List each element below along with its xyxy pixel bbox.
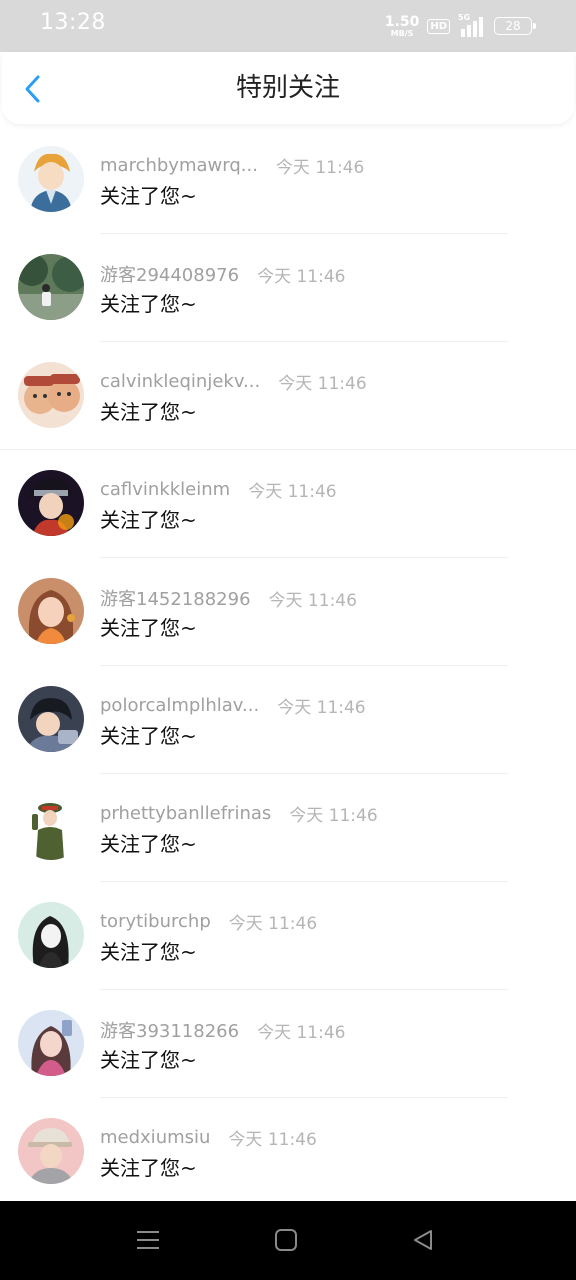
network-speed: 1.50 MB/S [385,15,420,38]
menu-icon [137,1231,159,1249]
signal-tag: 5G [458,13,471,22]
message-text: 关注了您~ [100,832,197,856]
user-name[interactable]: torytiburchp [100,911,211,932]
message-text: 关注了您~ [100,724,197,748]
list-item[interactable]: 游客294408976 今天 11:46 关注了您~ [0,234,576,342]
message-text: 关注了您~ [100,292,197,316]
user-name[interactable]: calvinkleqinjekv... [100,371,260,392]
timestamp: 今天 11:46 [248,482,337,502]
selfie-girl-avatar-icon [18,1010,84,1076]
list-item[interactable]: caflvinkkleinm 今天 11:46 关注了您~ [0,450,576,558]
message-text: 关注了您~ [100,1048,197,1072]
list-item[interactable]: 游客1452188296 今天 11:46 关注了您~ [0,558,576,666]
list-item[interactable]: marchbymawrq... 今天 11:46 关注了您~ [0,126,576,234]
avatar[interactable] [18,1010,84,1076]
item-meta: 游客393118266 今天 11:46 [100,1017,345,1043]
message-text: 关注了您~ [100,184,197,208]
network-speed-unit: MB/S [390,28,414,38]
item-meta: calvinkleqinjekv... 今天 11:46 [100,369,367,394]
message-text: 关注了您~ [100,616,197,640]
list-item[interactable]: 游客393118266 今天 11:46 关注了您~ [0,990,576,1098]
anime-boy-avatar-icon [18,146,84,212]
message-text: 关注了您~ [100,940,197,964]
avatar[interactable] [18,1118,84,1184]
timestamp: 今天 11:46 [268,590,357,611]
cartoon-faces-avatar-icon [18,362,84,428]
avatar[interactable] [18,902,84,968]
signal-icon: 5G [458,13,486,37]
avatar[interactable] [18,578,84,644]
sketch-girl-avatar-icon [18,902,84,968]
status-bar: 13:28 1.50 MB/S HD 5G 28 [0,0,576,52]
user-name[interactable]: medxiumsiu [100,1127,210,1148]
timestamp: 今天 11:46 [257,266,346,287]
list-item[interactable]: polorcalmplhlav... 今天 11:46 关注了您~ [0,666,576,774]
list-item[interactable]: medxiumsiu 今天 11:46 关注了您~ [0,1098,576,1201]
cap-boy-avatar-icon [18,1118,84,1184]
home-button[interactable] [271,1225,301,1255]
user-name[interactable]: 游客294408976 [100,261,239,287]
timestamp: 今天 11:46 [228,914,318,934]
item-meta: 游客294408976 今天 11:46 [100,261,345,287]
girl-avatar-icon [18,578,84,644]
user-name[interactable]: 游客393118266 [100,1017,239,1043]
avatar[interactable] [18,362,84,428]
user-name[interactable]: polorcalmplhlav... [100,695,259,716]
screen: 13:28 1.50 MB/S HD 5G 28 特别关注 marchbymaw… [0,0,576,1280]
timestamp: 今天 11:46 [278,374,367,394]
avatar[interactable] [18,794,84,860]
item-meta: torytiburchp 今天 11:46 [100,909,317,934]
ninja-avatar-icon [18,470,84,536]
list-item[interactable]: calvinkleqinjekv... 今天 11:46 关注了您~ [0,342,576,450]
network-speed-value: 1.50 [384,13,420,30]
message-text: 关注了您~ [100,508,197,532]
hd-icon: HD [427,18,450,34]
item-meta: polorcalmplhlav... 今天 11:46 [100,693,366,718]
page-title: 特别关注 [235,73,340,103]
anime-detective-avatar-icon [18,686,84,752]
timestamp: 今天 11:46 [228,1130,317,1150]
item-meta: 游客1452188296 今天 11:46 [100,585,357,611]
back-nav-button[interactable] [408,1225,438,1255]
timestamp: 今天 11:46 [277,698,366,718]
user-name[interactable]: marchbymawrq... [100,155,258,176]
soldier-avatar-icon [18,794,84,860]
avatar[interactable] [18,146,84,212]
battery-icon: 28 [494,17,536,35]
avatar[interactable] [18,254,84,320]
timestamp: 今天 11:46 [257,1022,346,1043]
item-meta: marchbymawrq... 今天 11:46 [100,153,364,178]
system-nav-bar [0,1201,576,1280]
notification-list[interactable]: marchbymawrq... 今天 11:46 关注了您~ 游客2944089… [0,126,576,1201]
status-indicators: 1.50 MB/S HD 5G 28 [385,12,536,40]
status-time: 13:28 [40,10,106,35]
user-name[interactable]: 游客1452188296 [100,585,251,611]
landscape-avatar-icon [18,254,84,320]
timestamp: 今天 11:46 [275,158,365,178]
list-item[interactable]: prhettybanllefrinas 今天 11:46 关注了您~ [0,774,576,882]
timestamp: 今天 11:46 [289,806,378,826]
avatar[interactable] [18,686,84,752]
item-meta: medxiumsiu 今天 11:46 [100,1125,317,1150]
menu-button[interactable] [133,1225,163,1255]
home-icon [275,1229,297,1251]
battery-level: 28 [505,19,521,33]
message-text: 关注了您~ [100,400,197,424]
header: 特别关注 [2,52,574,124]
item-meta: caflvinkkleinm 今天 11:46 [100,477,337,502]
item-meta: prhettybanllefrinas 今天 11:46 [100,801,378,826]
back-triangle-icon [414,1230,432,1250]
user-name[interactable]: prhettybanllefrinas [100,803,271,824]
user-name[interactable]: caflvinkkleinm [100,479,230,500]
avatar[interactable] [18,470,84,536]
list-item[interactable]: torytiburchp 今天 11:46 关注了您~ [0,882,576,990]
message-text: 关注了您~ [100,1156,197,1180]
